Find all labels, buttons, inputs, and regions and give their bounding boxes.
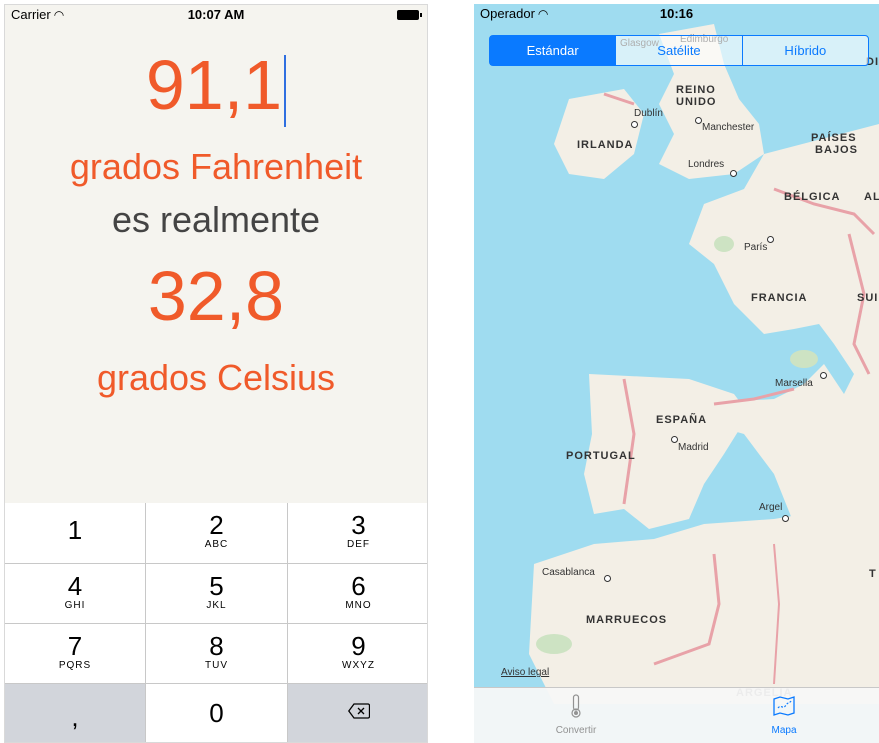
text-cursor [284, 54, 287, 127]
key-letters: PQRS [58, 660, 92, 671]
key-decimal[interactable]: , [5, 684, 146, 742]
fahrenheit-unit-label: grados Fahrenheit [69, 146, 363, 187]
fahrenheit-value: 91,1 [145, 46, 283, 124]
city-marker [730, 170, 737, 177]
key-letters: MNO [345, 600, 372, 611]
key-digit: 4 [67, 571, 83, 601]
tab-mapa[interactable]: Mapa [724, 694, 844, 736]
key-1[interactable]: 1 [5, 503, 146, 564]
city-marseille: Marsella [775, 378, 813, 389]
segment-satellite[interactable]: Satélite [615, 36, 741, 65]
status-time: 10:16 [659, 6, 694, 21]
status-bar: Operador ◠ 10:16 [474, 4, 879, 24]
key-letters: GHI [64, 600, 86, 611]
key-digit: 8 [209, 631, 224, 661]
key-backspace[interactable] [288, 684, 427, 742]
city-london: Londres [688, 159, 725, 170]
key-digit: 9 [351, 631, 366, 661]
converter-screen: Carrier ◠ 10:07 AM 91,1 grados Fahrenheit… [4, 4, 428, 743]
backspace-icon [347, 703, 370, 719]
status-time: 10:07 AM [187, 7, 245, 22]
key-letters: WXYZ [342, 660, 375, 671]
key-letters: ABC [204, 539, 229, 550]
map-view[interactable] [474, 4, 879, 743]
key-digit: 2 [209, 510, 224, 540]
key-digit: 6 [351, 571, 366, 601]
thermometer-icon [571, 694, 581, 718]
key-6[interactable]: 6 MNO [288, 564, 427, 624]
connector-label: es realmente [111, 199, 321, 240]
city-marker [695, 117, 702, 124]
key-digit: 0 [209, 698, 224, 728]
key-7[interactable]: 7 PQRS [5, 624, 146, 684]
map-label-belgium: BÉLGICA [784, 191, 841, 203]
key-digit: 3 [351, 510, 366, 540]
city-manchester: Manchester [702, 122, 755, 133]
city-marker [604, 575, 611, 582]
city-marker [782, 515, 789, 522]
key-digit: 5 [209, 571, 224, 601]
city-marker [671, 436, 678, 443]
tab-convertir[interactable]: Convertir [516, 694, 636, 736]
key-4[interactable]: 4 GHI [5, 564, 146, 624]
city-dublin: Dublín [634, 108, 663, 119]
map-label-t: T [869, 568, 877, 580]
key-letters: DEF [347, 539, 370, 550]
map-screen: REINO UNIDO IRLANDA PAÍSES BAJOS BÉLGICA … [474, 4, 879, 743]
tab-label: Convertir [555, 725, 597, 736]
fahrenheit-input[interactable]: 91,1 [5, 45, 427, 127]
key-digit: 7 [67, 631, 83, 661]
map-label-uk: REINO UNIDO [676, 84, 717, 108]
status-bar: Carrier ◠ 10:07 AM [5, 5, 427, 25]
map-icon [773, 696, 795, 716]
key-letters: JKL [206, 600, 227, 611]
celsius-value: 32,8 [147, 257, 285, 335]
city-algiers: Argel [759, 502, 783, 513]
map-label-ireland: IRLANDA [577, 139, 634, 151]
tab-bar: Convertir Mapa [474, 687, 879, 743]
key-0[interactable]: 0 [146, 684, 288, 742]
map-label-portugal: PORTUGAL [566, 450, 636, 462]
city-marker [820, 372, 827, 379]
map-label-netherlands: PAÍSES BAJOS [811, 132, 858, 156]
segment-hybrid[interactable]: Híbrido [741, 36, 868, 65]
decimal-keypad: 1 2 ABC 3 DEF 4 GHI 5 JKL 6 MNO 7 PQRS 8 [5, 503, 427, 742]
segment-standard[interactable]: Estándar [490, 36, 616, 65]
map-label-al: AL [864, 191, 879, 203]
city-marker [767, 236, 774, 243]
map-label-sui: SUI [857, 292, 879, 304]
tab-label: Mapa [771, 725, 797, 736]
map-label-morocco: MARRUECOS [586, 614, 668, 626]
map-label-spain: ESPAÑA [656, 414, 708, 426]
key-5[interactable]: 5 JKL [146, 564, 288, 624]
city-casablanca: Casablanca [542, 567, 595, 578]
key-digit: 1 [67, 515, 83, 545]
key-digit: , [71, 702, 79, 732]
key-2[interactable]: 2 ABC [146, 503, 288, 564]
map-type-segmented-control: Estándar Satélite Híbrido [489, 35, 869, 66]
city-paris: París [744, 242, 768, 253]
key-9[interactable]: 9 WXYZ [288, 624, 427, 684]
celsius-unit-label: grados Celsius [96, 357, 336, 398]
key-3[interactable]: 3 DEF [288, 503, 427, 564]
key-letters: TUV [205, 660, 228, 671]
city-marker [631, 121, 638, 128]
battery-icon [397, 10, 422, 20]
city-madrid: Madrid [678, 442, 709, 453]
legal-link[interactable]: Aviso legal [501, 667, 549, 678]
map-label-france: FRANCIA [751, 292, 808, 304]
key-8[interactable]: 8 TUV [146, 624, 288, 684]
